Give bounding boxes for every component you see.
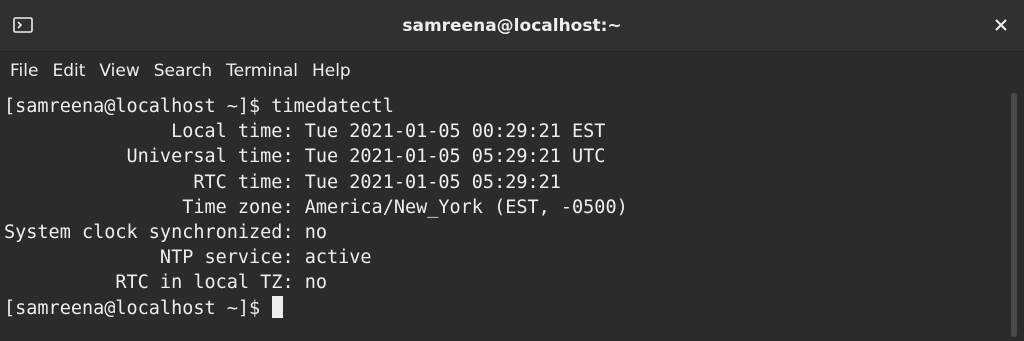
menu-bar: File Edit View Search Terminal Help [0,52,1024,89]
text-cursor [272,295,284,318]
scrollbar-thumb[interactable] [1011,93,1017,337]
terminal-icon[interactable] [12,16,34,34]
menu-terminal[interactable]: Terminal [219,61,305,81]
menu-search[interactable]: Search [147,61,219,81]
menu-edit[interactable]: Edit [45,61,92,81]
terminal-line: RTC in local TZ: no [4,272,328,294]
terminal-window: samreena@localhost:~ File Edit View Sear… [0,0,1024,341]
menu-help[interactable]: Help [305,61,358,81]
terminal-line: NTP service: active [4,247,372,269]
window-title: samreena@localhost:~ [402,16,622,36]
terminal-line: Time zone: America/New_York (EST, -0500) [4,196,628,218]
title-bar[interactable]: samreena@localhost:~ [0,0,1024,52]
terminal-output[interactable]: [samreena@localhost ~]$ timedatectl Loca… [0,89,1006,341]
close-icon[interactable] [988,12,1014,38]
terminal-line: Local time: Tue 2021-01-05 00:29:21 EST [4,121,606,143]
menu-view[interactable]: View [92,61,146,81]
terminal-line: System clock synchronized: no [4,221,328,243]
terminal-line: RTC time: Tue 2021-01-05 05:29:21 [4,171,561,193]
menu-file[interactable]: File [3,61,45,81]
terminal-line: Universal time: Tue 2021-01-05 05:29:21 … [4,146,606,168]
scrollbar[interactable] [1006,89,1024,341]
shell-prompt: [samreena@localhost ~]$ [4,297,272,319]
terminal-line: [samreena@localhost ~]$ timedatectl [4,96,394,117]
terminal-prompt-line[interactable]: [samreena@localhost ~]$ [4,295,1006,321]
